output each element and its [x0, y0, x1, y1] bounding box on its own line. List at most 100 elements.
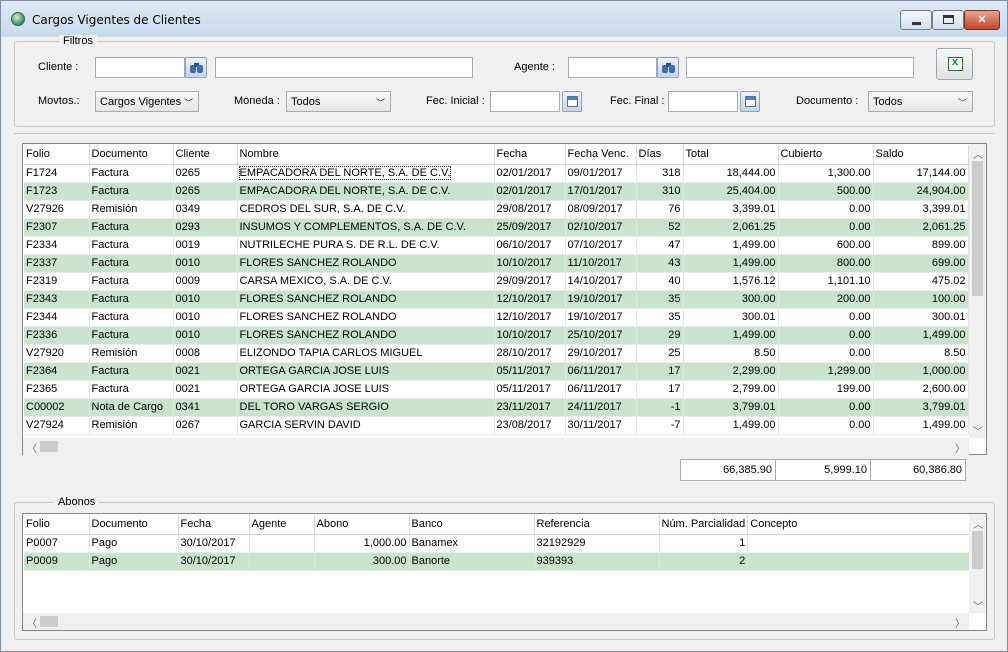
table-cell: 0010 — [173, 326, 238, 345]
documento-select[interactable]: Todos ﹀ — [868, 91, 973, 112]
table-row[interactable]: F2336 Factura 0010 FLORES SANCHEZ ROLANDO 10… — [24, 326, 969, 345]
abonos-vertical-scrollbar[interactable]: ︿ ﹀ — [969, 514, 986, 613]
scroll-left-icon[interactable]: 〈 — [27, 440, 37, 455]
table-cell: 0265 — [173, 164, 238, 183]
export-excel-button[interactable] — [936, 48, 973, 80]
cargos-horizontal-scrollbar[interactable]: 〈 〉 — [23, 438, 969, 455]
table-cell: 23/08/2017 — [494, 416, 566, 435]
table-row[interactable]: F2344 Factura 0010 FLORES SANCHEZ ROLANDO 12… — [24, 308, 969, 327]
table-cell: 11/10/2017 — [565, 254, 637, 273]
main-window: Cargos Vigentes de Clientes ✕ Filtros Cl… — [0, 0, 1008, 652]
column-header[interactable]: Cliente — [173, 145, 238, 165]
cliente-code-input[interactable] — [95, 57, 185, 78]
close-button[interactable]: ✕ — [964, 10, 1000, 30]
scroll-down-icon[interactable]: ﹀ — [973, 423, 983, 438]
column-header[interactable]: Nombre — [237, 145, 495, 165]
table-row[interactable]: F2337 Factura 0010 FLORES SANCHEZ ROLANDO 10… — [24, 254, 969, 273]
cargos-table: Folio Documento Cliente Nombre Fecha Fecha Ve… — [24, 145, 969, 435]
table-cell: FLORES SANCHEZ ROLANDO — [237, 290, 495, 309]
scroll-right-icon[interactable]: 〉 — [955, 440, 965, 455]
table-cell: F2364 — [24, 362, 90, 381]
table-cell: 500.00 — [778, 182, 874, 201]
table-row[interactable]: F2365 Factura 0021 ORTEGA GARCIA JOSE LUIS 0… — [24, 380, 969, 399]
cargos-hscroll-thumb[interactable] — [40, 441, 58, 452]
abonos-horizontal-scrollbar[interactable]: 〈 〉 — [23, 613, 969, 630]
table-cell — [747, 534, 974, 553]
table-row[interactable]: F1723 Factura 0265 EMPACADORA DEL NORTE, S.… — [24, 182, 969, 201]
column-header[interactable]: Días — [636, 145, 684, 165]
binoculars-icon — [190, 63, 203, 73]
table-row[interactable]: F2334 Factura 0019 NUTRILECHE PURA S. DE R.… — [24, 236, 969, 255]
table-cell: 300.00 — [683, 290, 779, 309]
table-cell: Pago — [89, 552, 179, 571]
table-row[interactable]: F1724 Factura 0265 EMPACADORA DEL NORTE, S.… — [24, 164, 969, 183]
cliente-name-input[interactable] — [215, 57, 473, 78]
table-row[interactable]: P0009 Pago 30/10/2017 300.00 Banorte 939393 2 — [24, 552, 974, 571]
table-row[interactable]: F2307 Factura 0293 INSUMOS Y COMPLEMENTOS, … — [24, 218, 969, 237]
fec-inicial-input[interactable] — [490, 91, 560, 112]
table-cell: -7 — [636, 416, 684, 435]
column-header[interactable]: Concepto — [747, 515, 974, 535]
column-header[interactable]: Cubierto — [778, 145, 874, 165]
table-cell: 0.00 — [778, 416, 874, 435]
table-cell: F1723 — [24, 182, 90, 201]
maximize-button[interactable] — [932, 10, 964, 30]
column-header[interactable]: Fecha — [178, 515, 250, 535]
table-row[interactable]: F2319 Factura 0009 CARSA MEXICO, S.A. DE C.… — [24, 272, 969, 291]
scroll-down-icon[interactable]: ﹀ — [973, 598, 983, 613]
column-header[interactable]: Fecha Venc. — [565, 145, 637, 165]
table-cell: 76 — [636, 200, 684, 219]
table-row[interactable]: C00002 Nota de Cargo 0341 DEL TORO VARGAS S… — [24, 398, 969, 417]
cargos-vertical-scrollbar[interactable]: ︿ ﹀ — [969, 144, 986, 438]
movtos-select[interactable]: Cargos Vigentes ﹀ — [95, 91, 199, 112]
table-cell: Factura — [89, 218, 174, 237]
column-header[interactable]: Referencia — [534, 515, 660, 535]
column-header[interactable]: Banco — [409, 515, 535, 535]
table-cell: 02/01/2017 — [494, 164, 566, 183]
table-cell: 0.00 — [778, 326, 874, 345]
fec-final-input[interactable] — [668, 91, 738, 112]
table-cell: 1,101.10 — [778, 272, 874, 291]
table-row[interactable]: F2343 Factura 0010 FLORES SANCHEZ ROLANDO 12… — [24, 290, 969, 309]
scroll-up-icon[interactable]: ︿ — [973, 516, 983, 531]
column-header[interactable]: Saldo — [873, 145, 969, 165]
cargos-vscroll-thumb[interactable] — [972, 161, 983, 296]
table-cell: 200.00 — [778, 290, 874, 309]
table-cell: Factura — [89, 362, 174, 381]
agente-code-input[interactable] — [568, 57, 657, 78]
fec-final-calendar-button[interactable] — [740, 91, 760, 112]
column-header[interactable]: Folio — [24, 515, 90, 535]
moneda-select[interactable]: Todos ﹀ — [286, 91, 391, 112]
column-header[interactable]: Fecha — [494, 145, 566, 165]
scroll-right-icon[interactable]: 〉 — [955, 615, 965, 630]
chevron-down-icon: ﹀ — [375, 98, 385, 108]
agente-search-button[interactable] — [657, 57, 679, 78]
table-cell: F1724 — [24, 164, 90, 183]
column-header[interactable]: Documento — [89, 515, 179, 535]
column-header[interactable]: Folio — [24, 145, 90, 165]
column-header[interactable]: Total — [683, 145, 779, 165]
minimize-button[interactable] — [900, 10, 932, 30]
cliente-search-button[interactable] — [185, 57, 207, 78]
table-cell: 318 — [636, 164, 684, 183]
agente-name-input[interactable] — [686, 57, 914, 78]
table-row[interactable]: V27920 Remisión 0008 ELIZONDO TAPIA CARLOS … — [24, 344, 969, 363]
column-header[interactable]: Núm. Parcialidad — [659, 515, 749, 535]
column-header[interactable]: Agente — [249, 515, 315, 535]
table-cell: 12/10/2017 — [494, 308, 566, 327]
abonos-legend: Abonos — [54, 496, 100, 508]
abonos-hscroll-thumb[interactable] — [40, 616, 58, 627]
scroll-left-icon[interactable]: 〈 — [27, 615, 37, 630]
table-row[interactable]: P0007 Pago 30/10/2017 1,000.00 Banamex 321929… — [24, 534, 974, 553]
table-row[interactable]: F2364 Factura 0021 ORTEGA GARCIA JOSE LUIS 0… — [24, 362, 969, 381]
scroll-up-icon[interactable]: ︿ — [973, 146, 983, 161]
calendar-icon — [567, 96, 578, 107]
table-row[interactable]: V27924 Remisión 0267 GARCIA SERVIN DAVID 23/… — [24, 416, 969, 435]
column-header[interactable]: Documento — [89, 145, 174, 165]
column-header[interactable]: Abono — [314, 515, 410, 535]
abonos-vscroll-thumb[interactable] — [972, 531, 983, 569]
table-row[interactable]: V27926 Remisión 0349 CEDROS DEL SUR, S.A. D… — [24, 200, 969, 219]
table-cell: 0008 — [173, 344, 238, 363]
fec-inicial-calendar-button[interactable] — [562, 91, 582, 112]
total-sum: 66,385.90 — [723, 464, 772, 476]
